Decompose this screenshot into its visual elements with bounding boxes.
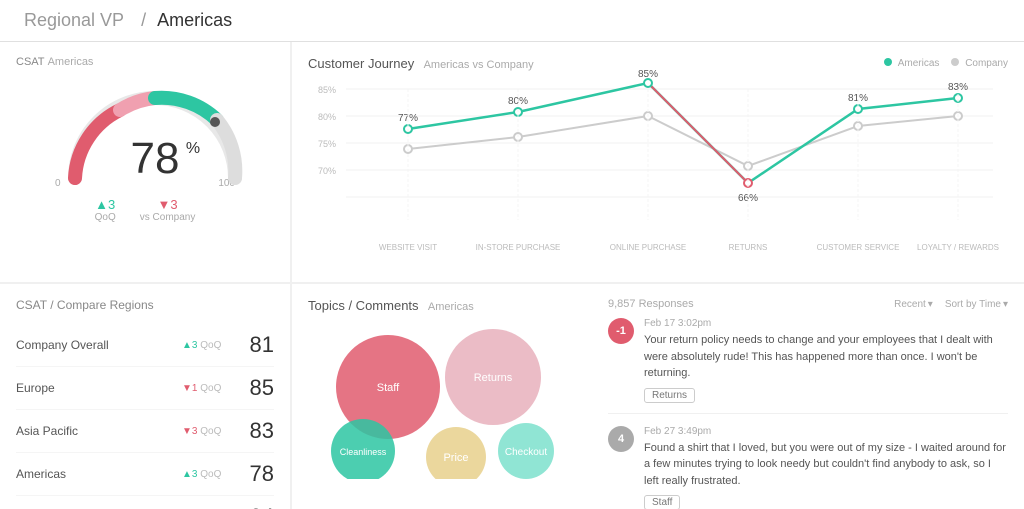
breadcrumb-current: Americas	[157, 10, 232, 30]
region-rows: Company Overall ▲3 QoQ 81 Europe ▼1 QoQ …	[16, 324, 274, 509]
label-85: 85%	[638, 69, 658, 80]
comment-date: Feb 17 3:02pm	[644, 318, 1008, 329]
main-grid: CSAT Americas 78	[0, 42, 1024, 509]
breadcrumb-prefix: Regional VP	[24, 10, 124, 30]
compare-title: CSAT / Compare Regions	[16, 298, 274, 312]
region-score: 64	[242, 504, 274, 509]
journey-legend: Americas Company	[884, 58, 1008, 69]
topics-meta: 9,857 Responses Recent ▾ Sort by Time ▾	[608, 298, 1008, 310]
chevron-down-icon2: ▾	[1003, 299, 1008, 310]
legend-company: Company	[951, 58, 1008, 69]
comment-avatar: 4	[608, 426, 634, 452]
region-change: ▼1 QoQ	[182, 383, 242, 394]
comment-avatar: -1	[608, 318, 634, 344]
breadcrumb-separator: /	[141, 10, 146, 30]
comment-text: Your return policy needs to change and y…	[644, 332, 1008, 382]
svg-text:75%: 75%	[318, 139, 336, 149]
region-name: Americas	[16, 467, 182, 481]
bubble-chart: Staff Returns Cleanliness Price Checkout	[308, 319, 568, 479]
region-score: 83	[242, 418, 274, 444]
comment-item: -1 Feb 17 3:02pm Your return policy need…	[608, 318, 1008, 414]
region-score: 85	[242, 375, 274, 401]
region-name: Asia Pacific	[16, 424, 182, 438]
journey-card: Customer Journey Americas vs Company Ame…	[292, 42, 1024, 282]
region-score: 81	[242, 332, 274, 358]
svg-text:Checkout: Checkout	[505, 447, 547, 458]
page: Regional VP / Americas CSAT Americas	[0, 0, 1024, 509]
dip-line	[648, 83, 748, 183]
sort-time-btn[interactable]: Sort by Time ▾	[945, 299, 1008, 310]
page-title: Regional VP / Americas	[18, 10, 232, 31]
csat-card: CSAT Americas 78	[0, 42, 290, 282]
dot-online	[644, 79, 652, 87]
stat-company-label: vs Company	[140, 212, 196, 223]
svg-text:Cleanliness: Cleanliness	[340, 447, 387, 457]
comment-content: Feb 27 3:49pm Found a shirt that I loved…	[644, 426, 1008, 509]
comment-item: 4 Feb 27 3:49pm Found a shirt that I lov…	[608, 426, 1008, 509]
legend-americas: Americas	[884, 58, 939, 69]
svg-text:CUSTOMER SERVICE: CUSTOMER SERVICE	[817, 243, 900, 252]
region-row: Americas ▲3 QoQ 78	[16, 453, 274, 496]
csat-stats: ▲3 QoQ ▼3 vs Company	[16, 197, 274, 223]
stat-company-value: ▼3	[140, 197, 196, 212]
comment-list: -1 Feb 17 3:02pm Your return policy need…	[608, 318, 1008, 509]
csat-label: CSAT Americas	[16, 56, 274, 68]
svg-text:Staff: Staff	[377, 382, 400, 394]
svg-text:Returns: Returns	[474, 372, 513, 384]
legend-dot-americas	[884, 58, 892, 66]
stat-vs-company: ▼3 vs Company	[140, 197, 196, 223]
svg-text:IN-STORE PURCHASE: IN-STORE PURCHASE	[476, 243, 561, 252]
topics-left: Topics / Comments Americas Staff Returns…	[292, 284, 592, 509]
svg-text:RETURNS: RETURNS	[729, 243, 768, 252]
region-row: Europe ▼1 QoQ 85	[16, 367, 274, 410]
svg-text:80%: 80%	[318, 112, 336, 122]
journey-title: Customer Journey Americas vs Company	[308, 56, 534, 71]
chevron-down-icon: ▾	[928, 299, 933, 310]
stat-qoq: ▲3 QoQ	[95, 197, 116, 223]
region-name: Europe	[16, 381, 182, 395]
comment-text: Found a shirt that I loved, but you were…	[644, 440, 1008, 490]
region-score: 78	[242, 461, 274, 487]
svg-text:WEBSITE VISIT: WEBSITE VISIT	[379, 243, 437, 252]
comment-date: Feb 27 3:49pm	[644, 426, 1008, 437]
region-row: Company Overall ▲3 QoQ 81	[16, 324, 274, 367]
topics-card: Topics / Comments Americas Staff Returns…	[292, 284, 1024, 509]
comment-tag: Returns	[644, 388, 695, 403]
legend-dot-company	[951, 58, 959, 66]
stat-qoq-value: ▲3	[95, 197, 116, 212]
region-change: ▲3 QoQ	[182, 340, 242, 351]
svg-text:85%: 85%	[318, 85, 336, 95]
comment-content: Feb 17 3:02pm Your return policy needs t…	[644, 318, 1008, 403]
response-count: 9,857 Responses	[608, 298, 694, 310]
region-name: Company Overall	[16, 338, 182, 352]
topics-header: Topics / Comments Americas	[308, 298, 576, 313]
compare-card: CSAT / Compare Regions Company Overall ▲…	[0, 284, 290, 509]
sort-controls: Recent ▾ Sort by Time ▾	[894, 299, 1008, 310]
svg-text:ONLINE PURCHASE: ONLINE PURCHASE	[610, 243, 686, 252]
topics-right: 9,857 Responses Recent ▾ Sort by Time ▾	[592, 284, 1024, 509]
gauge-svg: 78 %	[55, 78, 255, 188]
region-change: ▲3 QoQ	[182, 469, 242, 480]
gauge-container: 78 %	[55, 78, 235, 178]
header: Regional VP / Americas	[0, 0, 1024, 42]
comment-tag: Staff	[644, 495, 680, 509]
stat-qoq-label: QoQ	[95, 212, 116, 223]
company-line	[408, 116, 958, 166]
region-change: ▼3 QoQ	[182, 426, 242, 437]
region-row: Asia Pacific ▼3 QoQ 83	[16, 410, 274, 453]
svg-text:Price: Price	[443, 452, 468, 464]
svg-text:%: %	[186, 140, 200, 157]
svg-text:78: 78	[131, 134, 180, 183]
journey-chart: 85% 80% 75% 70%	[308, 75, 1008, 260]
sort-recent-btn[interactable]: Recent ▾	[894, 299, 933, 310]
svg-text:LOYALTY / REWARDS: LOYALTY / REWARDS	[917, 243, 999, 252]
region-row: Middle East ▼1 QoQ 64	[16, 496, 274, 509]
svg-text:70%: 70%	[318, 166, 336, 176]
